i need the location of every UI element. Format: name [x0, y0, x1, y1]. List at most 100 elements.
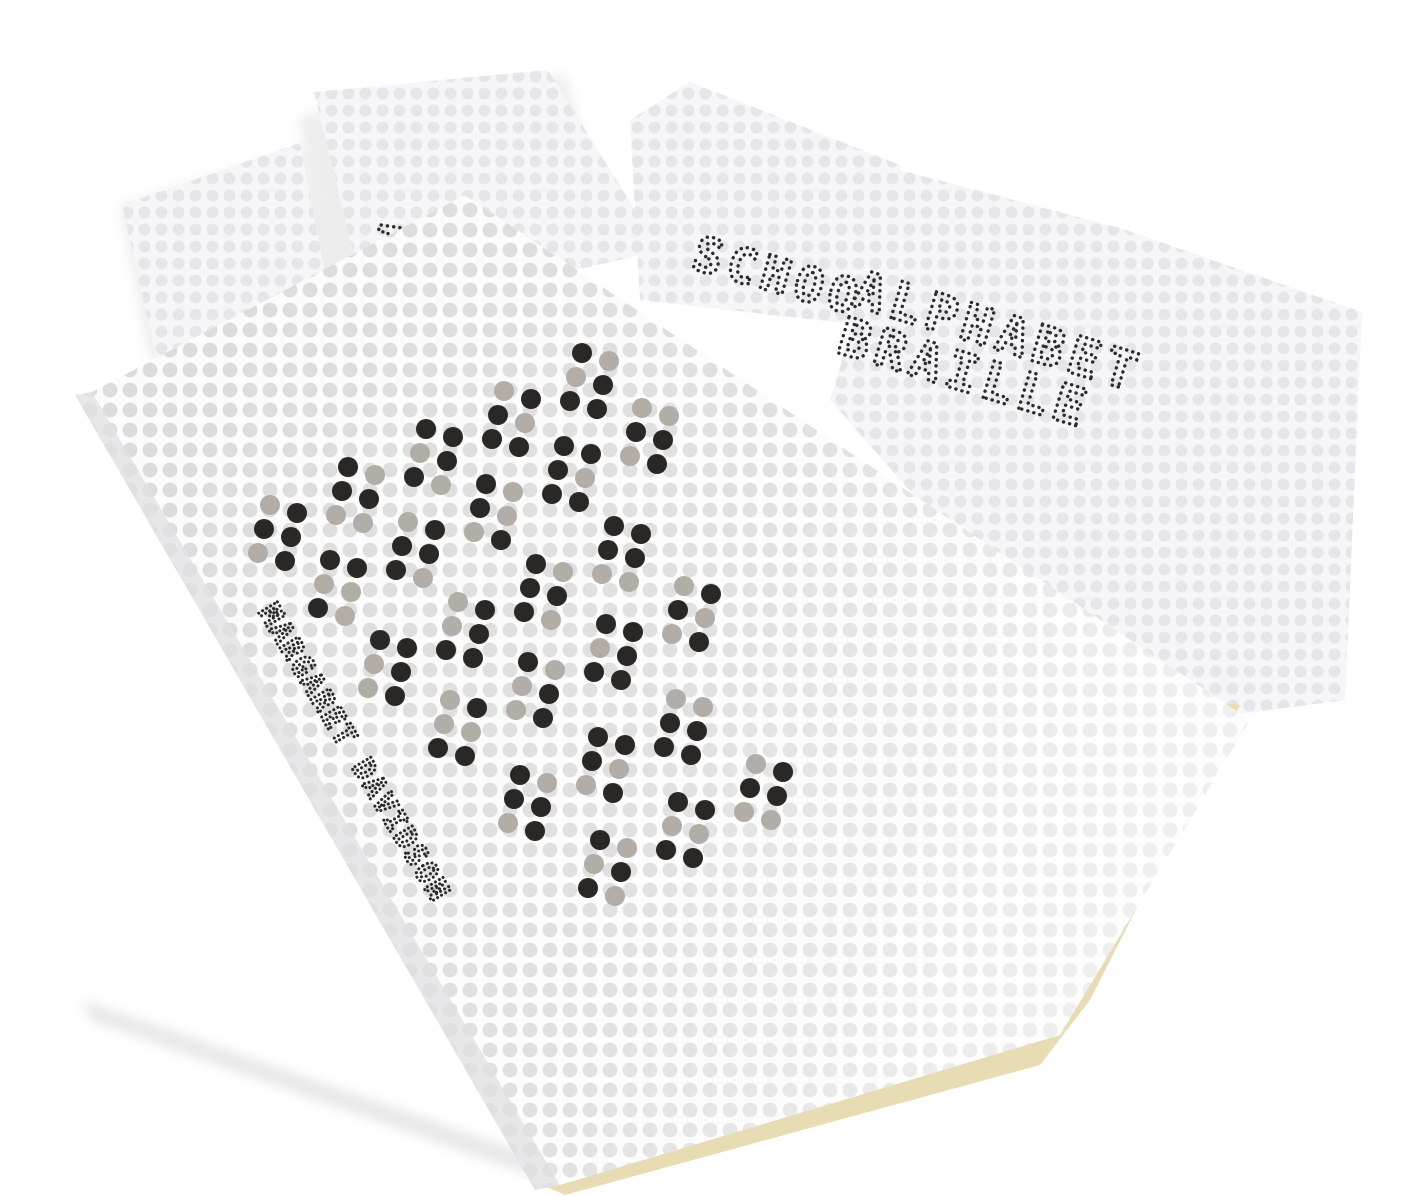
braille-dot — [428, 738, 448, 758]
braille-dot — [566, 367, 586, 387]
braille-dot — [575, 468, 595, 488]
braille-dot — [668, 792, 688, 812]
braille-dot — [531, 797, 551, 817]
braille-dot — [660, 713, 680, 733]
braille-dot — [520, 578, 540, 598]
braille-dot — [455, 746, 475, 766]
braille-dot — [668, 600, 688, 620]
braille-dot — [386, 560, 406, 580]
braille-dot — [463, 648, 483, 668]
braille-dot — [572, 343, 592, 363]
braille-dot — [503, 482, 523, 502]
braille-dot — [584, 662, 604, 682]
braille-dot — [510, 765, 530, 785]
braille-dot — [461, 722, 481, 742]
braille-dot — [620, 446, 640, 466]
braille-dot — [554, 436, 574, 456]
braille-dot — [734, 802, 754, 822]
braille-dot — [392, 536, 412, 556]
braille-dot — [545, 660, 565, 680]
braille-dot — [521, 389, 541, 409]
braille-dot — [626, 422, 646, 442]
braille-dot — [605, 886, 625, 906]
braille-dot — [397, 638, 417, 658]
braille-dot — [542, 484, 562, 504]
braille-dot — [364, 654, 384, 674]
braille-dot — [689, 824, 709, 844]
braille-dot — [662, 816, 682, 836]
braille-dot — [391, 662, 411, 682]
braille-dot — [587, 399, 607, 419]
braille-dot — [518, 652, 538, 672]
braille-dot — [353, 513, 373, 533]
braille-dot — [332, 481, 352, 501]
braille-dot — [320, 550, 340, 570]
photo-scene: TR SCHOOL ALPHABET BRAILLE MARGARET DAVI… — [75, 70, 1362, 1195]
braille-dot — [491, 530, 511, 550]
braille-dot — [410, 443, 430, 463]
braille-dot — [434, 714, 454, 734]
braille-dot — [625, 548, 645, 568]
braille-dot — [358, 678, 378, 698]
braille-dot — [419, 544, 439, 564]
braille-dot — [338, 457, 358, 477]
braille-dot — [537, 773, 557, 793]
braille-dot — [695, 800, 715, 820]
braille-dot — [416, 419, 436, 439]
braille-dot — [590, 638, 610, 658]
braille-dot — [470, 498, 490, 518]
braille-dot — [539, 684, 559, 704]
braille-dot — [553, 562, 573, 582]
braille-dot — [326, 505, 346, 525]
braille-dot — [526, 554, 546, 574]
braille-dot — [656, 840, 676, 860]
braille-dot — [611, 862, 631, 882]
braille-dot — [314, 574, 334, 594]
braille-dot — [695, 608, 715, 628]
braille-dot — [469, 624, 489, 644]
braille-dot — [578, 878, 598, 898]
braille-dot — [619, 572, 639, 592]
braille-dot — [582, 751, 602, 771]
braille-dot — [335, 606, 355, 626]
braille-dot — [689, 632, 709, 652]
braille-dot — [615, 735, 635, 755]
braille-dot — [440, 690, 460, 710]
braille-dot — [514, 602, 534, 622]
braille-dot — [653, 430, 673, 450]
braille-dot — [599, 351, 619, 371]
braille-dot — [773, 762, 793, 782]
braille-dot — [623, 622, 643, 642]
braille-dot — [701, 584, 721, 604]
braille-dot — [404, 467, 424, 487]
braille-dot — [467, 698, 487, 718]
braille-dot — [740, 778, 760, 798]
braille-dot — [248, 543, 268, 563]
braille-dot — [431, 475, 451, 495]
braille-dot — [666, 689, 686, 709]
braille-dot — [308, 598, 328, 618]
braille-dot — [365, 465, 385, 485]
braille-dot — [437, 451, 457, 471]
braille-dot — [287, 503, 307, 523]
braille-dot — [746, 754, 766, 774]
braille-dot — [631, 524, 651, 544]
braille-dot — [683, 848, 703, 868]
braille-dot — [443, 427, 463, 447]
braille-dot — [476, 474, 496, 494]
braille-dot — [659, 406, 679, 426]
braille-dot — [260, 495, 280, 515]
braille-dot — [590, 830, 610, 850]
braille-dot — [609, 759, 629, 779]
braille-dot — [370, 630, 390, 650]
braille-dot — [654, 737, 674, 757]
braille-dot — [475, 600, 495, 620]
braille-dot — [448, 592, 468, 612]
braille-dot — [359, 489, 379, 509]
braille-dot — [425, 520, 445, 540]
braille-dot — [674, 576, 694, 596]
braille-dot — [632, 398, 652, 418]
braille-dot — [488, 405, 508, 425]
braille-dot — [494, 381, 514, 401]
braille-dot — [611, 670, 631, 690]
